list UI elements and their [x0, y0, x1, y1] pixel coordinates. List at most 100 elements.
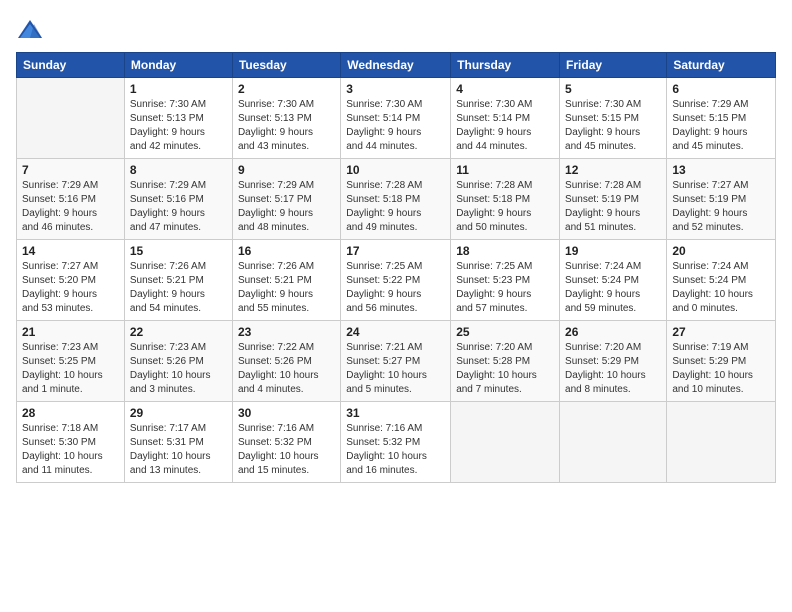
- calendar-cell: 30 Sunrise: 7:16 AMSunset: 5:32 PMDayligh…: [232, 402, 340, 483]
- day-info: Sunrise: 7:24 AMSunset: 5:24 PMDaylight:…: [672, 260, 770, 316]
- day-number: 25: [456, 325, 554, 339]
- day-number: 28: [22, 406, 119, 420]
- calendar-cell: [17, 78, 125, 159]
- page-header: [16, 16, 776, 44]
- day-info: Sunrise: 7:21 AMSunset: 5:27 PMDaylight:…: [346, 341, 445, 397]
- calendar-cell: 11 Sunrise: 7:28 AMSunset: 5:18 PMDayligh…: [451, 159, 560, 240]
- day-number: 7: [22, 163, 119, 177]
- day-number: 3: [346, 82, 445, 96]
- calendar-cell: 19 Sunrise: 7:24 AMSunset: 5:24 PMDayligh…: [560, 240, 667, 321]
- calendar-cell: 18 Sunrise: 7:25 AMSunset: 5:23 PMDayligh…: [451, 240, 560, 321]
- day-number: 22: [130, 325, 227, 339]
- calendar-cell: 16 Sunrise: 7:26 AMSunset: 5:21 PMDayligh…: [232, 240, 340, 321]
- calendar-cell: 24 Sunrise: 7:21 AMSunset: 5:27 PMDayligh…: [341, 321, 451, 402]
- calendar-cell: 8Sunrise: 7:29 AMSunset: 5:16 PMDaylight…: [124, 159, 232, 240]
- calendar-cell: 31 Sunrise: 7:16 AMSunset: 5:32 PMDayligh…: [341, 402, 451, 483]
- calendar-cell: [667, 402, 776, 483]
- day-number: 31: [346, 406, 445, 420]
- calendar-cell: 29 Sunrise: 7:17 AMSunset: 5:31 PMDayligh…: [124, 402, 232, 483]
- calendar-week-row: 21Sunrise: 7:23 AMSunset: 5:25 PMDayligh…: [17, 321, 776, 402]
- day-info: Sunrise: 7:29 AMSunset: 5:15 PMDaylight:…: [672, 98, 770, 154]
- day-number: 29: [130, 406, 227, 420]
- day-number: 16: [238, 244, 335, 258]
- calendar-week-row: 1Sunrise: 7:30 AMSunset: 5:13 PMDaylight…: [17, 78, 776, 159]
- calendar-cell: 15Sunrise: 7:26 AMSunset: 5:21 PMDayligh…: [124, 240, 232, 321]
- calendar-cell: 12 Sunrise: 7:28 AMSunset: 5:19 PMDayligh…: [560, 159, 667, 240]
- day-header-tuesday: Tuesday: [232, 53, 340, 78]
- day-number: 30: [238, 406, 335, 420]
- calendar-cell: 10 Sunrise: 7:28 AMSunset: 5:18 PMDayligh…: [341, 159, 451, 240]
- day-header-sunday: Sunday: [17, 53, 125, 78]
- calendar-header-row: SundayMondayTuesdayWednesdayThursdayFrid…: [17, 53, 776, 78]
- day-info: Sunrise: 7:30 AMSunset: 5:14 PMDaylight:…: [456, 98, 554, 154]
- day-info: Sunrise: 7:26 AMSunset: 5:21 PMDaylight:…: [130, 260, 227, 316]
- calendar-week-row: 28 Sunrise: 7:18 AMSunset: 5:30 PMDayligh…: [17, 402, 776, 483]
- day-info: Sunrise: 7:25 AMSunset: 5:23 PMDaylight:…: [456, 260, 554, 316]
- day-header-saturday: Saturday: [667, 53, 776, 78]
- day-number: 24: [346, 325, 445, 339]
- day-info: Sunrise: 7:17 AMSunset: 5:31 PMDaylight:…: [130, 422, 227, 478]
- day-info: Sunrise: 7:16 AMSunset: 5:32 PMDaylight:…: [346, 422, 445, 478]
- day-number: 17: [346, 244, 445, 258]
- calendar-cell: 4 Sunrise: 7:30 AMSunset: 5:14 PMDaylight…: [451, 78, 560, 159]
- day-info: Sunrise: 7:26 AMSunset: 5:21 PMDaylight:…: [238, 260, 335, 316]
- day-number: 10: [346, 163, 445, 177]
- day-number: 26: [565, 325, 661, 339]
- calendar-cell: 17 Sunrise: 7:25 AMSunset: 5:22 PMDayligh…: [341, 240, 451, 321]
- calendar-cell: 1Sunrise: 7:30 AMSunset: 5:13 PMDaylight…: [124, 78, 232, 159]
- day-header-wednesday: Wednesday: [341, 53, 451, 78]
- day-number: 23: [238, 325, 335, 339]
- day-info: Sunrise: 7:19 AMSunset: 5:29 PMDaylight:…: [672, 341, 770, 397]
- day-number: 5: [565, 82, 661, 96]
- day-info: Sunrise: 7:27 AMSunset: 5:19 PMDaylight:…: [672, 179, 770, 235]
- calendar-cell: 21Sunrise: 7:23 AMSunset: 5:25 PMDayligh…: [17, 321, 125, 402]
- calendar-cell: 26Sunrise: 7:20 AMSunset: 5:29 PMDayligh…: [560, 321, 667, 402]
- day-info: Sunrise: 7:18 AMSunset: 5:30 PMDaylight:…: [22, 422, 119, 478]
- calendar-cell: 6 Sunrise: 7:29 AMSunset: 5:15 PMDaylight…: [667, 78, 776, 159]
- day-number: 12: [565, 163, 661, 177]
- day-number: 9: [238, 163, 335, 177]
- calendar-week-row: 7 Sunrise: 7:29 AMSunset: 5:16 PMDaylight…: [17, 159, 776, 240]
- calendar-cell: [451, 402, 560, 483]
- day-info: Sunrise: 7:29 AMSunset: 5:17 PMDaylight:…: [238, 179, 335, 235]
- day-info: Sunrise: 7:24 AMSunset: 5:24 PMDaylight:…: [565, 260, 661, 316]
- day-info: Sunrise: 7:16 AMSunset: 5:32 PMDaylight:…: [238, 422, 335, 478]
- calendar-cell: 27Sunrise: 7:19 AMSunset: 5:29 PMDayligh…: [667, 321, 776, 402]
- calendar-cell: 3 Sunrise: 7:30 AMSunset: 5:14 PMDaylight…: [341, 78, 451, 159]
- day-number: 18: [456, 244, 554, 258]
- calendar-cell: 23 Sunrise: 7:22 AMSunset: 5:26 PMDayligh…: [232, 321, 340, 402]
- day-number: 20: [672, 244, 770, 258]
- day-info: Sunrise: 7:28 AMSunset: 5:18 PMDaylight:…: [346, 179, 445, 235]
- day-number: 1: [130, 82, 227, 96]
- calendar-cell: 14Sunrise: 7:27 AMSunset: 5:20 PMDayligh…: [17, 240, 125, 321]
- day-info: Sunrise: 7:30 AMSunset: 5:15 PMDaylight:…: [565, 98, 661, 154]
- day-info: Sunrise: 7:22 AMSunset: 5:26 PMDaylight:…: [238, 341, 335, 397]
- day-number: 2: [238, 82, 335, 96]
- day-info: Sunrise: 7:29 AMSunset: 5:16 PMDaylight:…: [22, 179, 119, 235]
- day-number: 11: [456, 163, 554, 177]
- calendar-cell: 7 Sunrise: 7:29 AMSunset: 5:16 PMDaylight…: [17, 159, 125, 240]
- calendar-cell: 9 Sunrise: 7:29 AMSunset: 5:17 PMDaylight…: [232, 159, 340, 240]
- day-number: 14: [22, 244, 119, 258]
- day-number: 21: [22, 325, 119, 339]
- calendar-week-row: 14Sunrise: 7:27 AMSunset: 5:20 PMDayligh…: [17, 240, 776, 321]
- calendar-cell: [560, 402, 667, 483]
- day-info: Sunrise: 7:23 AMSunset: 5:26 PMDaylight:…: [130, 341, 227, 397]
- day-info: Sunrise: 7:20 AMSunset: 5:28 PMDaylight:…: [456, 341, 554, 397]
- calendar-cell: 5 Sunrise: 7:30 AMSunset: 5:15 PMDaylight…: [560, 78, 667, 159]
- day-info: Sunrise: 7:30 AMSunset: 5:14 PMDaylight:…: [346, 98, 445, 154]
- calendar-cell: 20 Sunrise: 7:24 AMSunset: 5:24 PMDayligh…: [667, 240, 776, 321]
- day-number: 4: [456, 82, 554, 96]
- day-number: 6: [672, 82, 770, 96]
- calendar-cell: 28 Sunrise: 7:18 AMSunset: 5:30 PMDayligh…: [17, 402, 125, 483]
- day-info: Sunrise: 7:28 AMSunset: 5:19 PMDaylight:…: [565, 179, 661, 235]
- day-info: Sunrise: 7:25 AMSunset: 5:22 PMDaylight:…: [346, 260, 445, 316]
- logo-icon: [16, 16, 44, 44]
- day-header-thursday: Thursday: [451, 53, 560, 78]
- day-info: Sunrise: 7:29 AMSunset: 5:16 PMDaylight:…: [130, 179, 227, 235]
- calendar-cell: 25 Sunrise: 7:20 AMSunset: 5:28 PMDayligh…: [451, 321, 560, 402]
- day-number: 19: [565, 244, 661, 258]
- calendar-cell: 13Sunrise: 7:27 AMSunset: 5:19 PMDayligh…: [667, 159, 776, 240]
- logo: [16, 16, 48, 44]
- day-info: Sunrise: 7:28 AMSunset: 5:18 PMDaylight:…: [456, 179, 554, 235]
